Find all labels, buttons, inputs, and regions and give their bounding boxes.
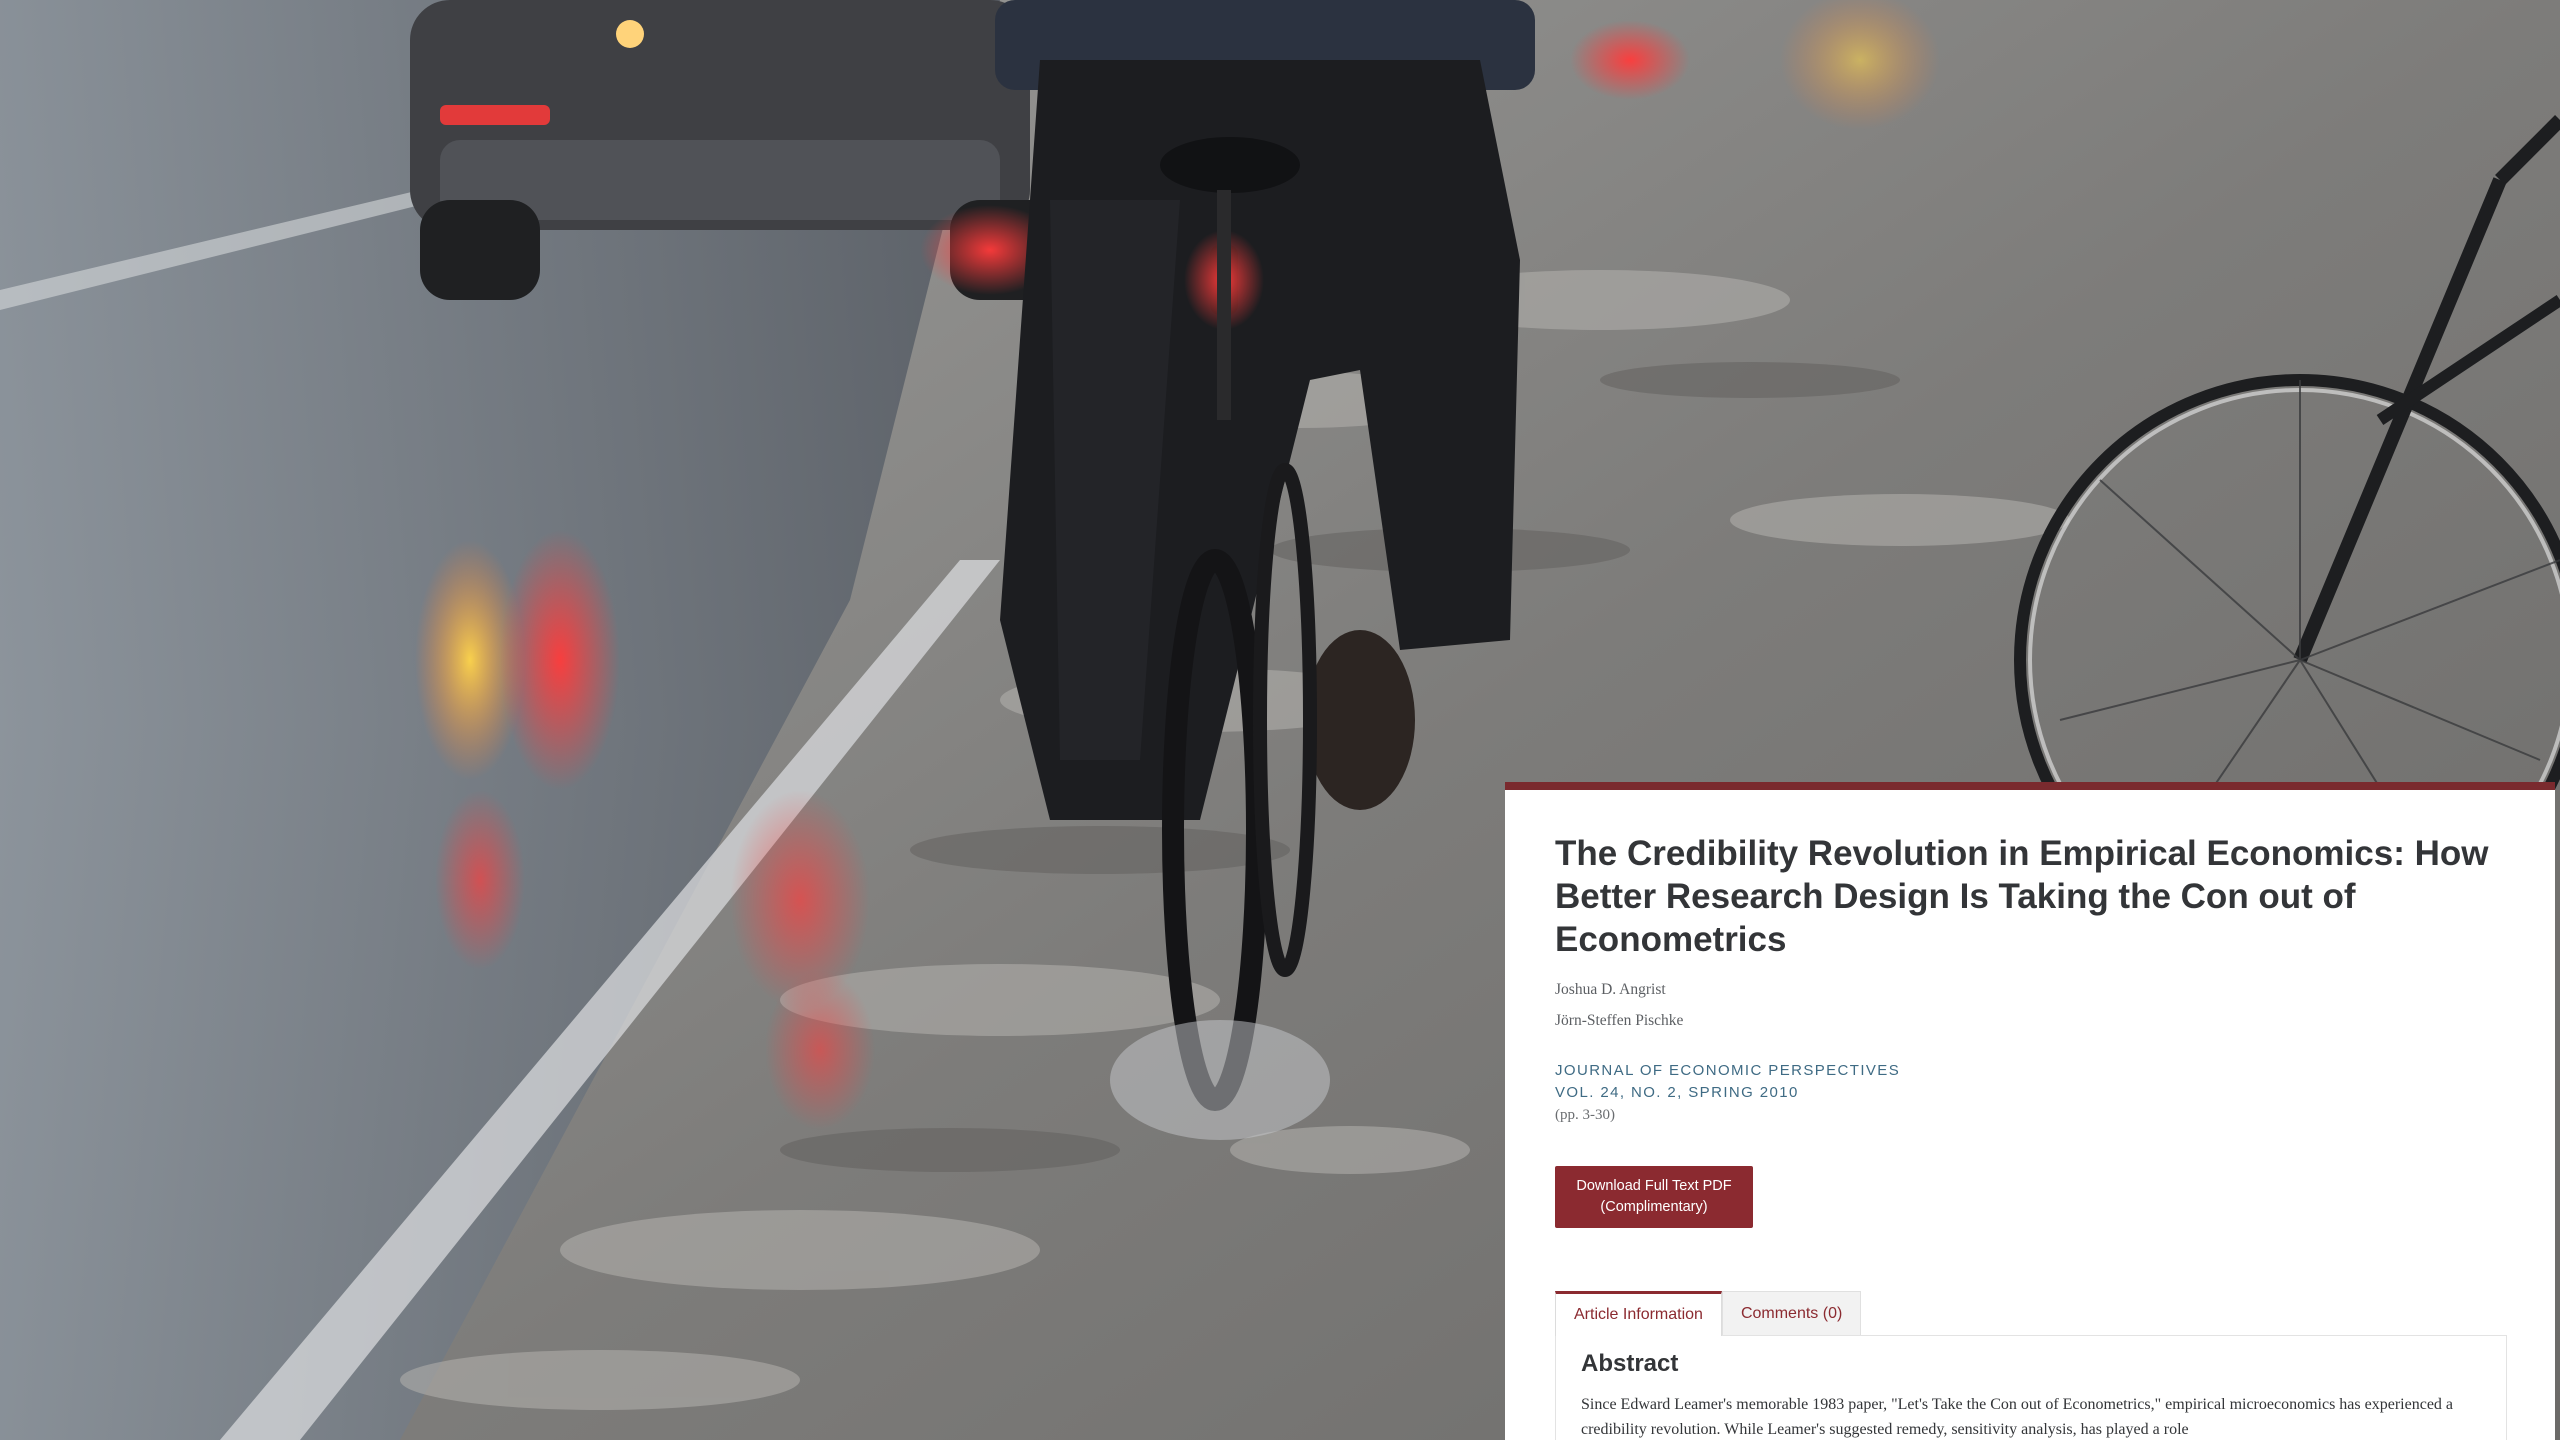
tab-article-information-label: Article Information xyxy=(1574,1306,1703,1323)
download-pdf-sublabel: (Complimentary) xyxy=(1600,1199,1708,1215)
abstract-heading: Abstract xyxy=(1581,1350,1679,1377)
article-tabs: Article Information Comments (0) xyxy=(1555,1291,2507,1336)
download-pdf-button[interactable]: Download Full Text PDF (Complimentary) xyxy=(1555,1166,1753,1228)
author-2[interactable]: Jörn-Steffen Pischke xyxy=(1555,1012,2505,1030)
download-pdf-label: Download Full Text PDF xyxy=(1576,1178,1732,1194)
abstract-panel: Abstract Since Edward Leamer's memorable… xyxy=(1555,1336,2507,1440)
screen: The Credibility Revolution in Empirical … xyxy=(0,0,2560,1440)
tab-article-information[interactable]: Article Information xyxy=(1555,1291,1722,1336)
journal-name[interactable]: Journal of Economic Perspectives xyxy=(1555,1060,2505,1082)
page-range: (pp. 3-30) xyxy=(1555,1107,1615,1123)
journal-volume[interactable]: Vol. 24, No. 2, Spring 2010 xyxy=(1555,1082,2505,1104)
tab-comments[interactable]: Comments (0) xyxy=(1721,1291,1862,1335)
tab-comments-label: Comments (0) xyxy=(1740,1304,1843,1322)
abstract-text: Since Edward Leamer's memorable 1983 pap… xyxy=(1581,1396,2454,1438)
author-1[interactable]: Joshua D. Angrist xyxy=(1555,981,2505,999)
article-card: The Credibility Revolution in Empirical … xyxy=(1505,782,2555,1440)
article-title: The Credibility Revolution in Empirical … xyxy=(1555,834,2489,959)
